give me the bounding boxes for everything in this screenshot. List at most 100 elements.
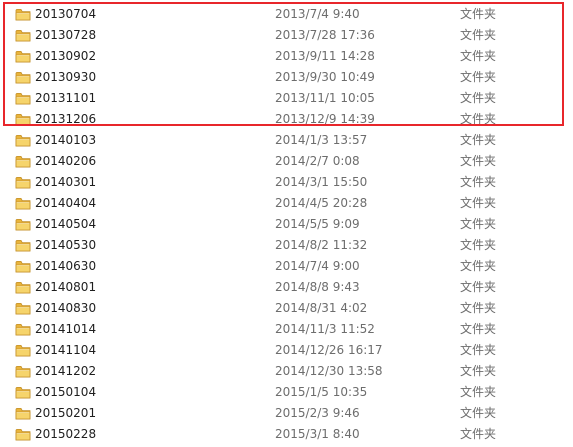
file-name: 20150104 [35,385,97,399]
file-modified-date: 2013/9/11 14:28 [275,49,375,63]
file-name: 20140404 [35,196,97,210]
file-modified-date: 2014/8/31 4:02 [275,301,368,315]
file-type: 文件夹 [460,70,497,84]
folder-icon [15,156,31,168]
file-row[interactable]: 20130704 2013/7/4 9:40 文件夹 [0,4,573,25]
file-modified-date: 2014/12/26 16:17 [275,343,383,357]
folder-icon [15,282,31,294]
file-row[interactable]: 20130902 2013/9/11 14:28 文件夹 [0,46,573,67]
file-row[interactable]: 20141202 2014/12/30 13:58 文件夹 [0,361,573,382]
file-type: 文件夹 [460,364,497,378]
file-modified-date: 2013/11/1 10:05 [275,91,375,105]
file-type: 文件夹 [460,217,497,231]
file-row[interactable]: 20150228 2015/3/1 8:40 文件夹 [0,424,573,445]
file-modified-date: 2014/2/7 0:08 [275,154,360,168]
file-row[interactable]: 20140404 2014/4/5 20:28 文件夹 [0,193,573,214]
file-name: 20140504 [35,217,97,231]
file-name: 20130902 [35,49,97,63]
file-name: 20140530 [35,238,97,252]
folder-icon [15,240,31,252]
file-name: 20141104 [35,343,97,357]
file-modified-date: 2015/1/5 10:35 [275,385,368,399]
file-type: 文件夹 [460,406,497,420]
folder-icon [15,261,31,273]
folder-icon [15,93,31,105]
file-name: 20140801 [35,280,97,294]
folder-icon [15,366,31,378]
file-type: 文件夹 [460,175,497,189]
file-name: 20140103 [35,133,97,147]
file-row[interactable]: 20141104 2014/12/26 16:17 文件夹 [0,340,573,361]
file-type: 文件夹 [460,427,497,441]
file-type: 文件夹 [460,112,497,126]
file-type: 文件夹 [460,385,497,399]
file-name: 20140630 [35,259,97,273]
folder-icon [15,177,31,189]
file-modified-date: 2014/8/8 9:43 [275,280,360,294]
file-row[interactable]: 20130728 2013/7/28 17:36 文件夹 [0,25,573,46]
file-name: 20131206 [35,112,97,126]
file-row[interactable]: 20140504 2014/5/5 9:09 文件夹 [0,214,573,235]
file-row[interactable]: 20150104 2015/1/5 10:35 文件夹 [0,382,573,403]
file-row[interactable]: 20131101 2013/11/1 10:05 文件夹 [0,88,573,109]
file-name: 20131101 [35,91,97,105]
file-row[interactable]: 20140801 2014/8/8 9:43 文件夹 [0,277,573,298]
folder-icon [15,30,31,42]
file-row[interactable]: 20140206 2014/2/7 0:08 文件夹 [0,151,573,172]
folder-icon [15,114,31,126]
file-modified-date: 2014/11/3 11:52 [275,322,375,336]
file-modified-date: 2014/5/5 9:09 [275,217,360,231]
file-type: 文件夹 [460,259,497,273]
file-type: 文件夹 [460,28,497,42]
file-name: 20150201 [35,406,97,420]
file-name: 20140830 [35,301,97,315]
file-row[interactable]: 20140830 2014/8/31 4:02 文件夹 [0,298,573,319]
file-name: 20130930 [35,70,97,84]
folder-icon [15,9,31,21]
file-type: 文件夹 [460,343,497,357]
file-row[interactable]: 20141014 2014/11/3 11:52 文件夹 [0,319,573,340]
file-row[interactable]: 20131206 2013/12/9 14:39 文件夹 [0,109,573,130]
file-name: 20130704 [35,7,97,21]
file-modified-date: 2014/12/30 13:58 [275,364,383,378]
file-type: 文件夹 [460,154,497,168]
file-modified-date: 2014/1/3 13:57 [275,133,368,147]
file-list: 20130704 2013/7/4 9:40 文件夹 20130728 2013/7/2… [0,4,573,445]
file-type: 文件夹 [460,301,497,315]
file-type: 文件夹 [460,133,497,147]
file-row[interactable]: 20140530 2014/8/2 11:32 文件夹 [0,235,573,256]
file-modified-date: 2014/8/2 11:32 [275,238,368,252]
file-type: 文件夹 [460,7,497,21]
file-modified-date: 2013/7/28 17:36 [275,28,375,42]
file-modified-date: 2014/7/4 9:00 [275,259,360,273]
file-name: 20150228 [35,427,97,441]
file-modified-date: 2014/3/1 15:50 [275,175,368,189]
file-modified-date: 2015/3/1 8:40 [275,427,360,441]
file-row[interactable]: 20130930 2013/9/30 10:49 文件夹 [0,67,573,88]
folder-icon [15,135,31,147]
file-row[interactable]: 20140103 2014/1/3 13:57 文件夹 [0,130,573,151]
file-name: 20141014 [35,322,97,336]
folder-icon [15,429,31,441]
file-modified-date: 2015/2/3 9:46 [275,406,360,420]
file-name: 20140301 [35,175,97,189]
file-modified-date: 2013/7/4 9:40 [275,7,360,21]
file-modified-date: 2013/12/9 14:39 [275,112,375,126]
folder-icon [15,72,31,84]
file-explorer: { "colors": { "highlight_border": "#e826… [0,0,573,447]
file-modified-date: 2013/9/30 10:49 [275,70,375,84]
folder-icon [15,324,31,336]
file-name: 20140206 [35,154,97,168]
file-row[interactable]: 20150201 2015/2/3 9:46 文件夹 [0,403,573,424]
file-modified-date: 2014/4/5 20:28 [275,196,368,210]
file-type: 文件夹 [460,322,497,336]
folder-icon [15,51,31,63]
file-row[interactable]: 20140301 2014/3/1 15:50 文件夹 [0,172,573,193]
file-row[interactable]: 20140630 2014/7/4 9:00 文件夹 [0,256,573,277]
file-name: 20130728 [35,28,97,42]
folder-icon [15,198,31,210]
folder-icon [15,408,31,420]
file-type: 文件夹 [460,91,497,105]
folder-icon [15,387,31,399]
file-type: 文件夹 [460,196,497,210]
